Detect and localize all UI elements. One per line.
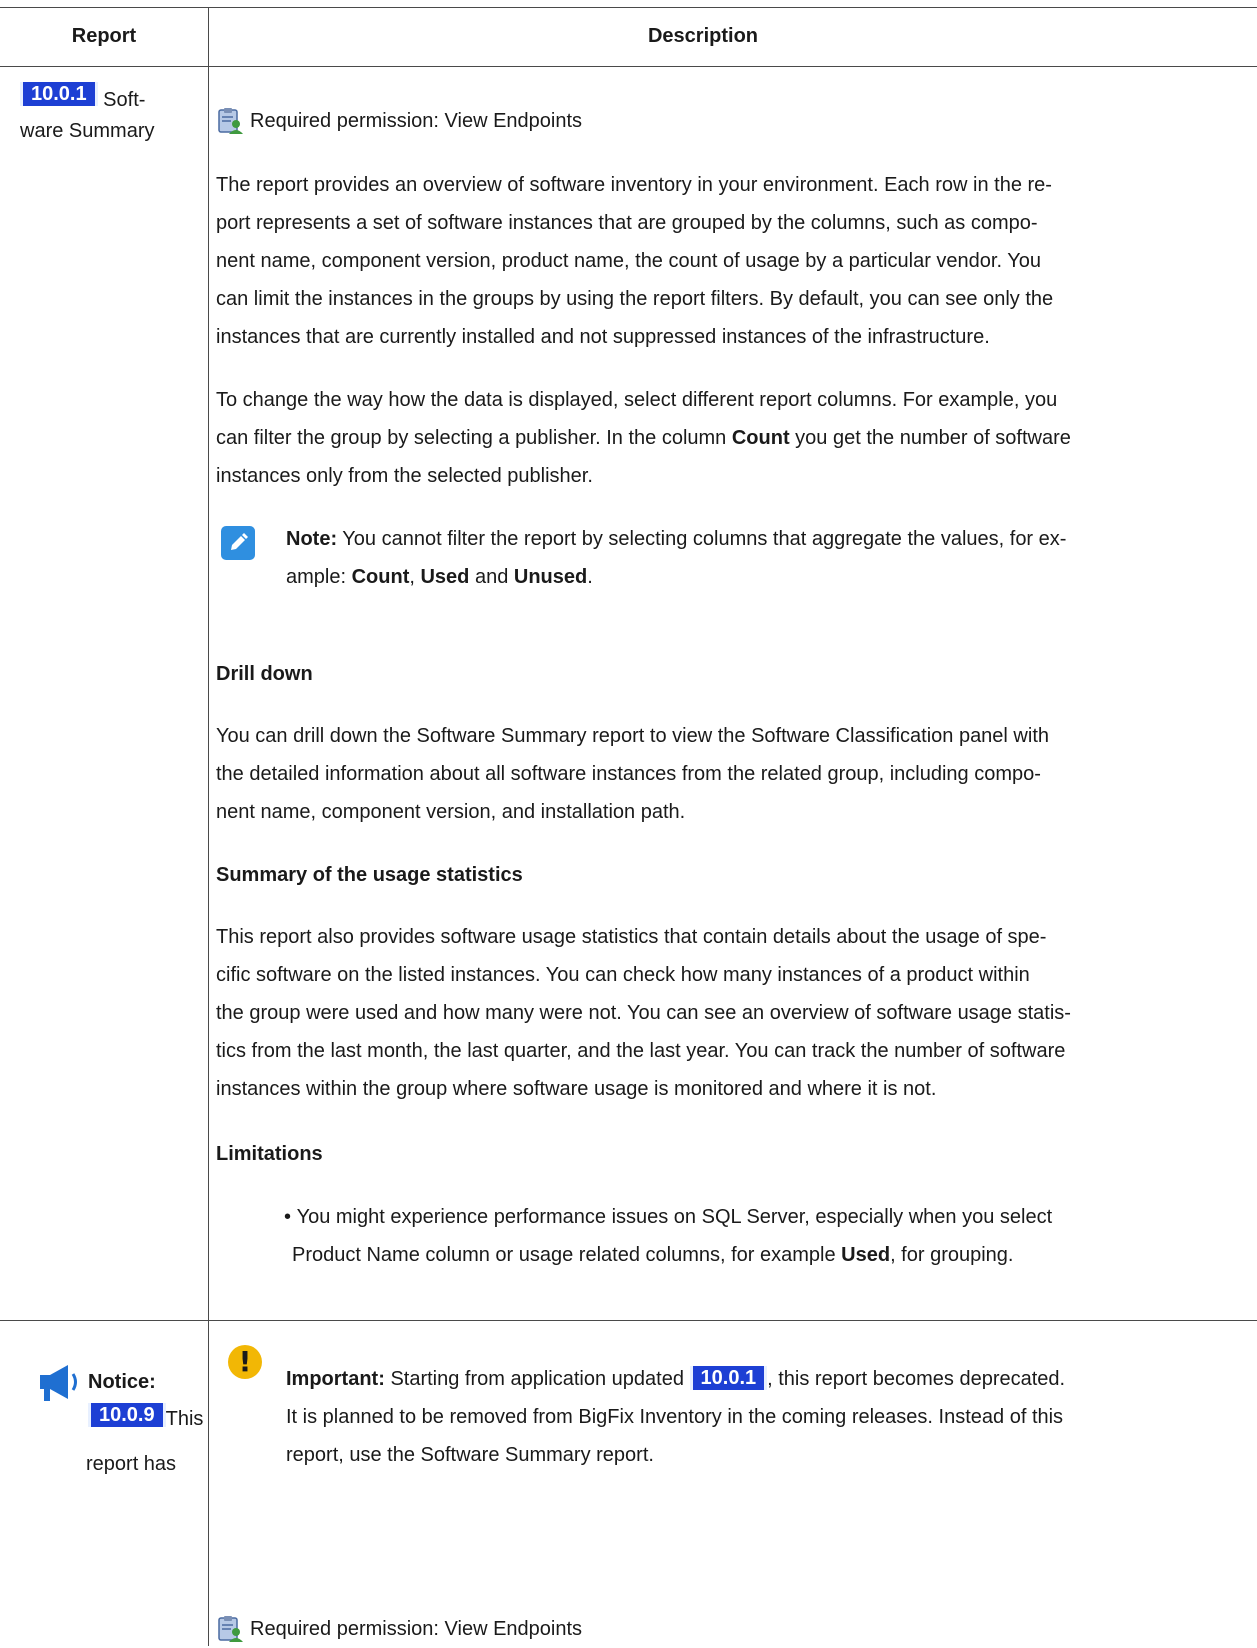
columns-line: To change the way how the data is displa…: [216, 389, 1058, 411]
note-line: ample: Count, Used and Unused.: [286, 558, 1246, 596]
drill-line: nent name, component version, and instal…: [216, 801, 686, 823]
usage-title: Summary of the usage statistics: [216, 864, 523, 886]
overview-line: nent name, component version, product na…: [216, 250, 1041, 272]
version-badge: 10.0.9: [88, 1403, 166, 1427]
notice-text-part1: This: [165, 1408, 204, 1430]
header-bottom-border: [0, 66, 1257, 67]
overview-line: can limit the instances in the groups by…: [216, 288, 1054, 310]
usage-line: the group were used and how many were no…: [216, 1002, 1071, 1024]
note-text: ,: [409, 566, 421, 588]
note-text: .: [587, 566, 593, 588]
drill-down-paragraph: You can drill down the Software Summary …: [216, 717, 1256, 831]
report-name-cell: 10.0.1 Soft- ware Summary: [20, 82, 205, 142]
usage-paragraph: This report also provides software usage…: [216, 918, 1256, 1108]
important-label: Important:: [286, 1368, 385, 1390]
bullet: •: [284, 1206, 297, 1228]
limitation-text: , for grouping.: [890, 1244, 1014, 1266]
notice-title: Notice:: [88, 1371, 156, 1393]
important-line: Important: Starting from application upd…: [286, 1360, 1246, 1398]
overview-paragraph: The report provides an overview of softw…: [216, 166, 1256, 356]
limitation-text: You might experience performance issues …: [296, 1206, 1053, 1228]
clipboard-user-icon: [218, 1616, 243, 1642]
usage-line: instances within the group where softwar…: [216, 1078, 937, 1100]
count-term: Count: [731, 427, 790, 449]
important-line: It is planned to be removed from BigFix …: [286, 1406, 1064, 1428]
limitations-title: Limitations: [216, 1143, 323, 1165]
columns-paragraph: To change the way how the data is displa…: [216, 381, 1256, 495]
note-icon: [221, 526, 255, 560]
limitation-line: • You might experience performance issue…: [284, 1198, 1244, 1236]
table-top-border: [0, 7, 1257, 8]
columns-text: you get the number of software: [789, 427, 1071, 449]
unused-term: Unused: [513, 566, 588, 588]
important-line: report, use the Software Summary report.: [286, 1444, 654, 1466]
drill-line: the detailed information about all softw…: [216, 763, 1041, 785]
important-icon: !: [228, 1345, 262, 1379]
note-label: Note:: [286, 528, 338, 550]
limitations-heading: Limitations: [216, 1135, 323, 1173]
used-term: Used: [420, 566, 470, 588]
notice-text-line2: report has: [86, 1453, 177, 1475]
version-badge: 10.0.1: [689, 1366, 768, 1390]
important-block: Important: Starting from application upd…: [286, 1360, 1246, 1474]
usage-heading: Summary of the usage statistics: [216, 856, 523, 894]
drill-down-heading: Drill down: [216, 655, 313, 693]
report-name-part1: Soft-: [103, 89, 146, 111]
header-description: Description: [647, 25, 759, 47]
overview-line: instances that are currently installed a…: [216, 326, 990, 348]
permission-text: Required permission: View Endpoints: [250, 110, 583, 132]
usage-line: tics from the last month, the last quart…: [216, 1040, 1066, 1062]
columns-line: instances only from the selected publish…: [216, 465, 593, 487]
header-report: Report: [71, 25, 137, 47]
drill-line: You can drill down the Software Summary …: [216, 725, 1049, 747]
limitation-line: Product Name column or usage related col…: [284, 1236, 1244, 1274]
column-divider: [208, 7, 209, 1646]
report-name-part2: ware Summary: [20, 120, 155, 142]
usage-line: This report also provides software usage…: [216, 926, 1047, 948]
document-page: Report Description 10.0.1 Soft- ware Sum…: [0, 0, 1257, 1646]
note-text: and: [469, 566, 514, 588]
version-badge: 10.0.1: [20, 82, 98, 106]
permission-line: Required permission: View Endpoints: [216, 102, 582, 140]
used-term: Used: [841, 1244, 891, 1266]
notice-text: 10.0.9 This: [88, 1403, 204, 1430]
notice-label: Notice:: [88, 1367, 156, 1397]
row-divider: [0, 1320, 1257, 1321]
overview-line: port represents a set of software instan…: [216, 212, 1038, 234]
megaphone-icon: [40, 1365, 77, 1401]
note-text: You cannot filter the report by selectin…: [337, 528, 1067, 550]
note-line: Note: You cannot filter the report by se…: [286, 520, 1246, 558]
usage-line: cific software on the listed instances. …: [216, 964, 1030, 986]
permission-text: Required permission: View Endpoints: [250, 1618, 583, 1640]
count-term: Count: [351, 566, 410, 588]
note-text: ample:: [286, 566, 352, 588]
drill-down-title: Drill down: [216, 663, 313, 685]
important-text: , this report becomes deprecated.: [767, 1368, 1066, 1390]
permission-line-2: Required permission: View Endpoints: [216, 1610, 582, 1648]
limitation-list-item: • You might experience performance issue…: [284, 1198, 1244, 1274]
clipboard-user-icon: [218, 108, 243, 134]
columns-line: can filter the group by selecting a publ…: [216, 419, 1256, 457]
overview-line: The report provides an overview of softw…: [216, 174, 1052, 196]
columns-text: can filter the group by selecting a publ…: [216, 427, 732, 449]
note-block: Note: You cannot filter the report by se…: [286, 520, 1246, 596]
limitation-text: Product Name column or usage related col…: [292, 1244, 842, 1266]
important-text: Starting from application updated: [384, 1368, 690, 1390]
